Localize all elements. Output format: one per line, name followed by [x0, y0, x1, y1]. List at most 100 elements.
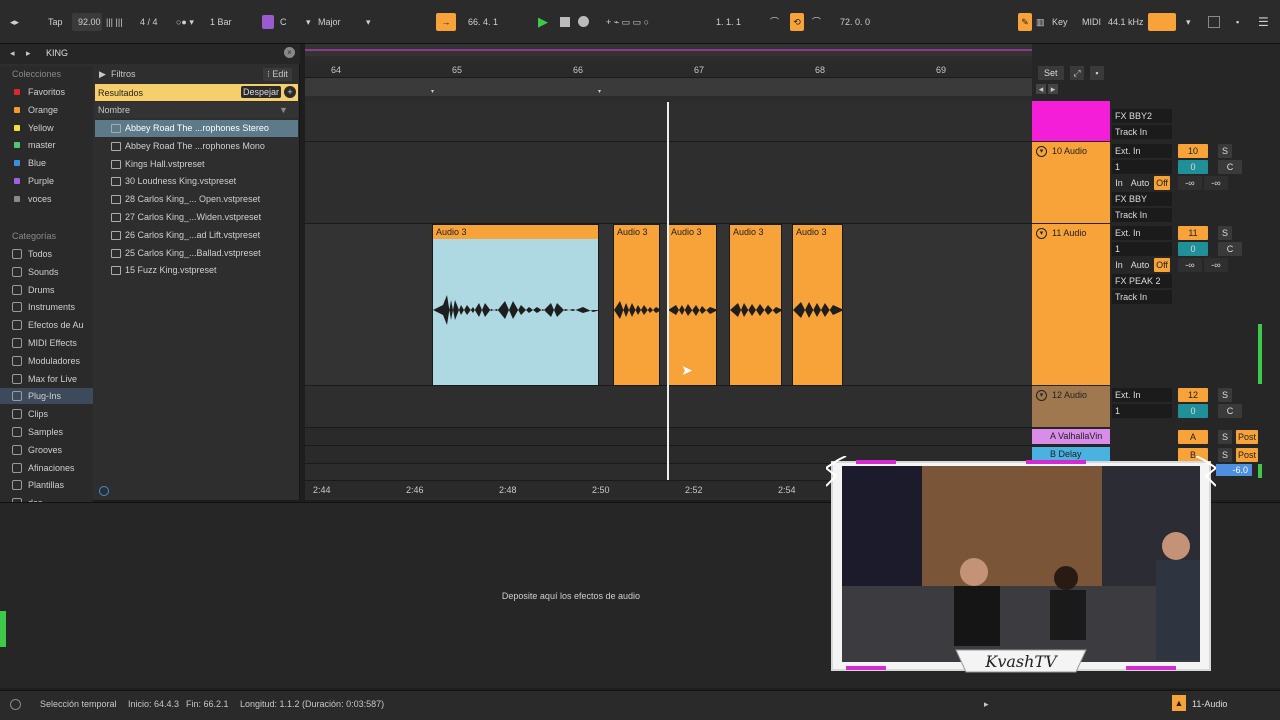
file-item[interactable]: Abbey Road The ...rophones Mono [95, 138, 298, 155]
play-icon[interactable]: ▶ [538, 13, 548, 31]
category-item[interactable]: Efectos de Au [0, 317, 93, 333]
punch-in-icon[interactable]: ⌒ [770, 13, 779, 31]
input-channel-select[interactable]: 1 [1112, 404, 1172, 418]
category-item[interactable]: Plantillas [0, 477, 93, 493]
collection-item[interactable]: voces [0, 191, 93, 207]
link-icon[interactable]: ◂▸ [10, 13, 19, 31]
category-item[interactable]: Instruments [0, 299, 93, 315]
file-item[interactable]: 25 Carlos King_...Ballad.vstpreset [95, 245, 298, 262]
output-channel-select[interactable]: Track In [1112, 290, 1172, 304]
pan-field[interactable]: C [1218, 242, 1242, 256]
category-item[interactable]: Samples [0, 424, 93, 440]
send-a-field[interactable]: -∞ [1178, 258, 1202, 272]
overdub-icons[interactable]: + ⌁ ▭ ▭ ○ [606, 13, 649, 31]
solo-button[interactable]: S [1218, 226, 1232, 240]
filters-label[interactable]: Filtros [111, 69, 136, 79]
scale-select[interactable]: Major [318, 13, 341, 31]
category-item[interactable]: Moduladores [0, 353, 93, 369]
send-a-field[interactable]: -∞ [1178, 176, 1202, 190]
monitor-off-button[interactable]: Off [1154, 258, 1170, 272]
menu-icon[interactable]: ☰ [1258, 13, 1269, 31]
audio-clip[interactable]: Audio 3 [792, 224, 843, 386]
solo-button[interactable]: S [1218, 144, 1232, 158]
category-item[interactable]: Clips [0, 406, 93, 422]
bar-ruler[interactable]: 64 65 66 67 68 69 [305, 62, 1032, 78]
audio-clip-selected[interactable]: Audio 3 [432, 224, 599, 386]
monitor-auto-button[interactable]: Auto [1128, 258, 1152, 272]
category-item[interactable]: Todos [0, 246, 93, 262]
solo-button[interactable]: S [1218, 388, 1232, 402]
collection-item[interactable]: Blue [0, 155, 93, 171]
file-item[interactable]: 15 Fuzz King.vstpreset [95, 262, 298, 279]
category-item[interactable]: Afinaciones [0, 460, 93, 476]
file-item[interactable]: 28 Carlos King_... Open.vstpreset [95, 191, 298, 208]
forward-icon[interactable]: ▸ [26, 48, 31, 59]
output-select[interactable]: FX PEAK 2 [1112, 274, 1172, 288]
fold-icon[interactable]: ▾ [1036, 390, 1047, 401]
add-icon[interactable]: + [284, 86, 296, 98]
monitor-off-button[interactable]: Off [1154, 176, 1170, 190]
track-header[interactable]: ▾ 11 Audio [1032, 224, 1110, 385]
scroll-right-icon[interactable]: ▸ [1048, 84, 1058, 94]
midi-map-button[interactable]: MIDI [1082, 13, 1101, 31]
metronome-icon[interactable]: ||| ||| [106, 13, 123, 31]
collection-item[interactable]: master [0, 137, 93, 153]
edit-button[interactable]: ⁝ Edit [263, 68, 292, 81]
track-activator[interactable]: 12 [1178, 388, 1208, 402]
tap-button[interactable]: Tap [48, 13, 63, 31]
track-activator[interactable]: 10 [1178, 144, 1208, 158]
monitor-in-button[interactable]: In [1112, 258, 1126, 272]
tempo-field[interactable]: 92.00 [72, 13, 102, 31]
return-activator[interactable]: A [1178, 430, 1208, 444]
collection-item[interactable]: Orange [0, 102, 93, 118]
send-b-field[interactable]: -∞ [1204, 176, 1228, 190]
file-item[interactable]: 26 Carlos King_...ad Lift.vstpreset [95, 227, 298, 244]
post-button[interactable]: Post [1236, 430, 1258, 444]
file-item[interactable]: Abbey Road The ...rophones Stereo [95, 120, 298, 137]
output-select[interactable]: FX BBY [1112, 192, 1172, 206]
play-icon[interactable]: ▸ [984, 699, 989, 710]
loop-end-marker[interactable]: ▾ [598, 88, 601, 95]
audio-clip[interactable]: Audio 3 [729, 224, 782, 386]
loop-start-field[interactable]: 1. 1. 1 [716, 13, 741, 31]
category-item[interactable]: MIDI Effects [0, 335, 93, 351]
master-volume[interactable]: -6.0 [1216, 464, 1252, 476]
follow-button[interactable]: → [436, 13, 456, 31]
loop-icon[interactable]: ⟲ [790, 13, 804, 31]
overview-icon[interactable] [1208, 16, 1220, 28]
info-icon[interactable] [10, 699, 21, 710]
expand-icon[interactable]: ⤢ [1070, 66, 1084, 80]
category-item[interactable]: Plug-Ins [0, 388, 93, 405]
category-item[interactable]: Sounds [0, 264, 93, 280]
punch-out-icon[interactable]: ⌒ [812, 13, 821, 31]
file-item[interactable]: Kings Hall.vstpreset [95, 156, 298, 173]
loop-start-marker[interactable]: ▾ [431, 88, 434, 95]
volume-field[interactable]: 0 [1178, 242, 1208, 256]
input-channel-select[interactable]: 1 [1112, 160, 1172, 174]
overview-strip[interactable] [305, 44, 1135, 56]
preview-icon[interactable] [99, 486, 109, 496]
fold-icon[interactable]: ▾ [1036, 228, 1047, 239]
song-position[interactable]: 66. 4. 1 [468, 13, 498, 31]
time-signature[interactable]: 4 / 4 [140, 13, 158, 31]
clear-search-icon[interactable]: × [284, 47, 295, 58]
audio-clip[interactable]: Audio 3 [613, 224, 660, 386]
track-in-select[interactable]: Track In [1112, 125, 1172, 139]
io-icon[interactable]: ▪ [1236, 13, 1239, 31]
solo-button[interactable]: S [1218, 448, 1232, 462]
track-header-9[interactable] [1032, 101, 1110, 141]
pan-field[interactable]: C [1218, 404, 1242, 418]
track-activator[interactable]: 11 [1178, 226, 1208, 240]
search-input[interactable]: KING [46, 48, 68, 58]
collection-item[interactable]: Yellow [0, 120, 93, 136]
quantize-select[interactable]: 1 Bar [210, 13, 232, 31]
post-button[interactable]: Post [1236, 448, 1258, 462]
fold-icon[interactable]: ▾ [1036, 146, 1047, 157]
name-header[interactable]: Nombre ▼ [95, 102, 298, 118]
record-mode-icon[interactable]: ○● ▾ [176, 13, 194, 31]
category-item[interactable]: Max for Live [0, 371, 93, 387]
collection-item[interactable]: Favoritos [0, 84, 93, 100]
draw-mode-icon[interactable]: ✎ [1018, 13, 1032, 31]
scroll-left-icon[interactable]: ◂ [1036, 84, 1046, 94]
clear-button[interactable]: Despejar [241, 86, 282, 98]
